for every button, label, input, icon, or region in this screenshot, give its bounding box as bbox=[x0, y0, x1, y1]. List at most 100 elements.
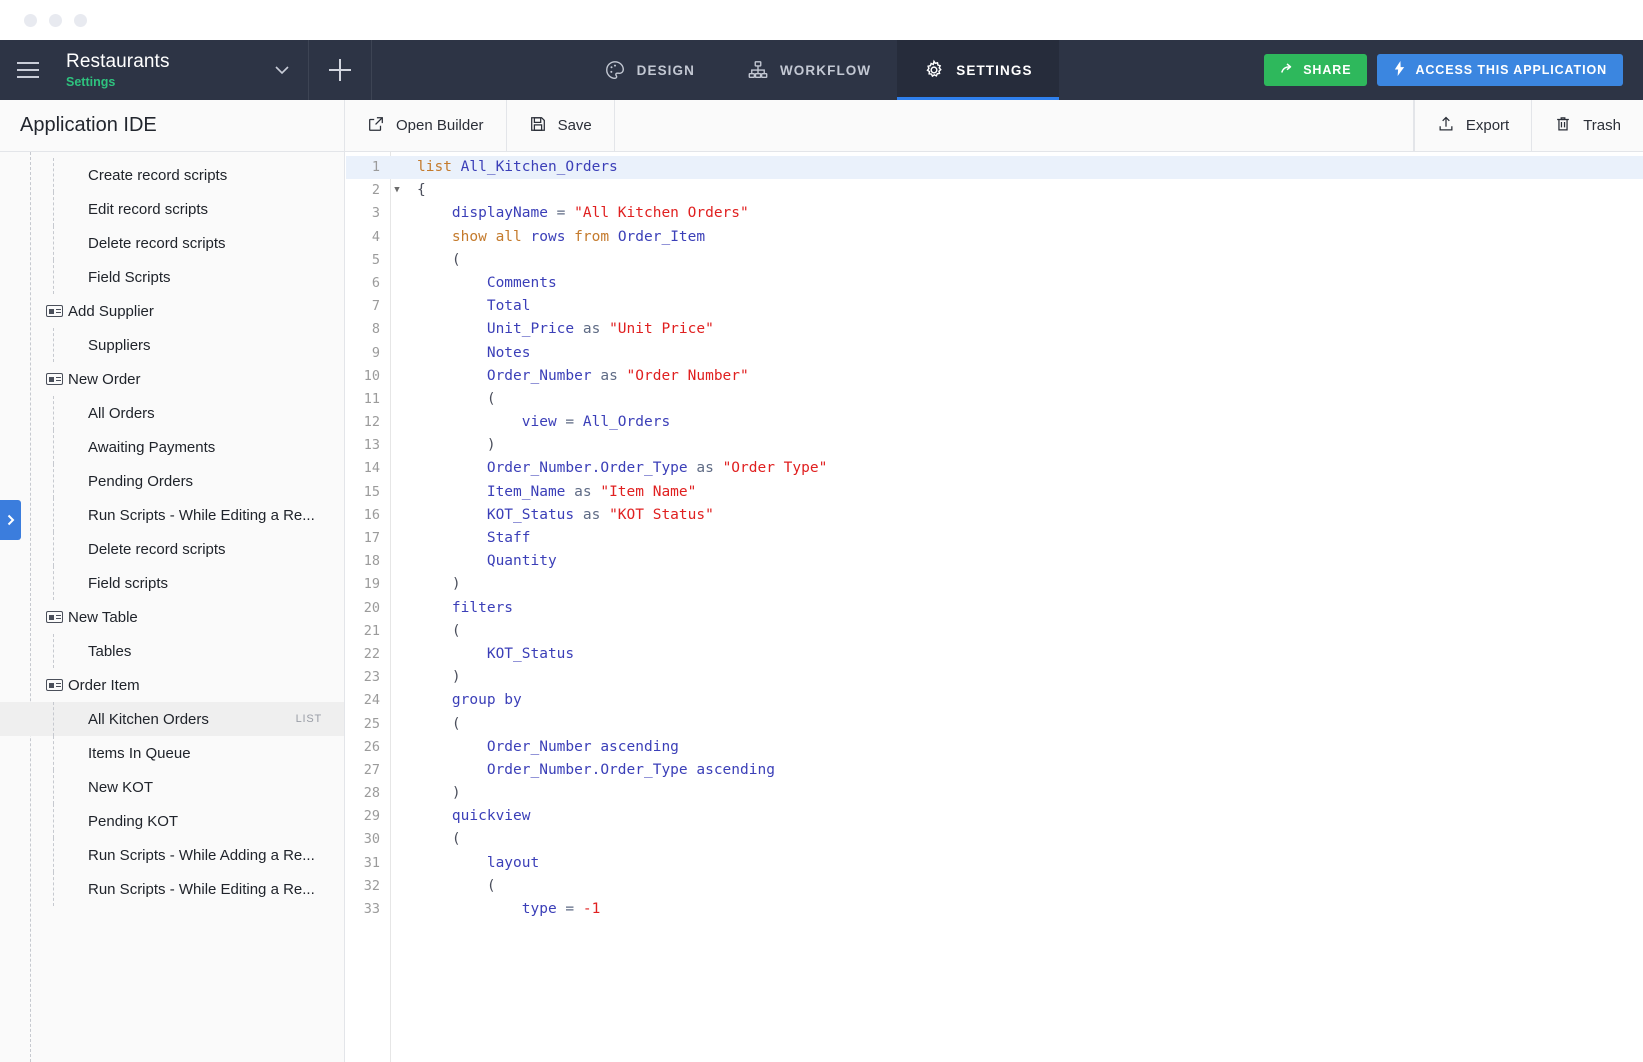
sidebar-item-create-record-scripts[interactable]: Create record scripts bbox=[0, 158, 344, 192]
sidebar-item-tables[interactable]: Tables bbox=[0, 634, 344, 668]
access-button-label: ACCESS THIS APPLICATION bbox=[1415, 63, 1607, 77]
sidebar-item-run-scripts-while-adding-a-re[interactable]: Run Scripts - While Adding a Re... bbox=[0, 838, 344, 872]
code-line[interactable]: 16 KOT_Status as "KOT Status" bbox=[346, 504, 1643, 527]
code-line[interactable]: 18 Quantity bbox=[346, 550, 1643, 573]
sidebar-item-add-supplier[interactable]: Add Supplier bbox=[0, 294, 344, 328]
sidebar-item-edit-record-scripts[interactable]: Edit record scripts bbox=[0, 192, 344, 226]
line-number: 21 bbox=[363, 622, 380, 639]
code-line[interactable]: 25 ( bbox=[346, 713, 1643, 736]
sidebar-item-new-table[interactable]: New Table bbox=[0, 600, 344, 634]
sidebar-item-run-scripts-while-editing-a-re[interactable]: Run Scripts - While Editing a Re... bbox=[0, 498, 344, 532]
window-dot-minimize[interactable] bbox=[49, 13, 62, 27]
code-line[interactable]: 6 Comments bbox=[346, 272, 1643, 295]
share-button[interactable]: SHARE bbox=[1264, 54, 1368, 86]
code-text: quickview bbox=[403, 805, 531, 828]
application-identity: Restaurants Settings bbox=[56, 40, 256, 100]
code-token: Item_Name bbox=[486, 483, 566, 500]
line-number: 9 bbox=[371, 344, 380, 361]
code-line[interactable]: 19 ) bbox=[346, 573, 1643, 596]
code-line[interactable]: 3 displayName = "All Kitchen Orders" bbox=[346, 202, 1643, 225]
chevron-down-icon[interactable] bbox=[256, 40, 308, 100]
tab-settings[interactable]: SETTINGS bbox=[897, 40, 1059, 100]
code-line[interactable]: 33 type = -1 bbox=[346, 898, 1643, 921]
code-line[interactable]: 13 ) bbox=[346, 434, 1643, 457]
code-line[interactable]: 23 ) bbox=[346, 666, 1643, 689]
sidebar-item-items-in-queue[interactable]: Items In Queue bbox=[0, 736, 344, 770]
add-new-button[interactable] bbox=[308, 40, 372, 100]
tab-design[interactable]: DESIGN bbox=[578, 40, 721, 100]
sidebar-item-run-scripts-while-editing-a-re[interactable]: Run Scripts - While Editing a Re... bbox=[0, 872, 344, 906]
line-number: 24 bbox=[363, 692, 380, 709]
sidebar-item-suppliers[interactable]: Suppliers bbox=[0, 328, 344, 362]
code-line[interactable]: 2 ▼ { bbox=[346, 179, 1643, 202]
sidebar-item-delete-record-scripts[interactable]: Delete record scripts bbox=[0, 532, 344, 566]
code-line[interactable]: 26 Order_Number ascending bbox=[346, 736, 1643, 759]
code-line[interactable]: 27 Order_Number.Order_Type ascending bbox=[346, 759, 1643, 782]
code-line[interactable]: 14 Order_Number.Order_Type as "Order Typ… bbox=[346, 457, 1643, 480]
code-line[interactable]: 20 filters bbox=[346, 597, 1643, 620]
window-dot-maximize[interactable] bbox=[74, 13, 87, 27]
plus-icon bbox=[329, 59, 351, 81]
code-line[interactable]: 22 KOT_Status bbox=[346, 643, 1643, 666]
line-number: 5 bbox=[371, 251, 380, 268]
code-line[interactable]: 15 Item_Name as "Item Name" bbox=[346, 481, 1643, 504]
export-button[interactable]: Export bbox=[1413, 100, 1531, 151]
sidebar-item-awaiting-payments[interactable]: Awaiting Payments bbox=[0, 430, 344, 464]
sidebar-item-all-orders[interactable]: All Orders bbox=[0, 396, 344, 430]
save-button[interactable]: Save bbox=[507, 100, 615, 151]
sidebar-item-label: Delete record scripts bbox=[88, 540, 226, 558]
code-line[interactable]: 29 quickview bbox=[346, 805, 1643, 828]
code-line[interactable]: 9 Notes bbox=[346, 342, 1643, 365]
code-line[interactable]: 12 view = All_Orders bbox=[346, 411, 1643, 434]
fold-toggle-icon[interactable]: ▼ bbox=[391, 179, 403, 202]
code-line[interactable]: 1 list All_Kitchen_Orders bbox=[346, 156, 1643, 180]
sidebar-item-new-order[interactable]: New Order bbox=[0, 362, 344, 396]
code-line[interactable]: 28 ) bbox=[346, 782, 1643, 805]
code-line[interactable]: 8 Unit_Price as "Unit Price" bbox=[346, 318, 1643, 341]
code-line[interactable]: 4 show all rows from Order_Item bbox=[346, 226, 1643, 249]
code-line[interactable]: 24 group by bbox=[346, 689, 1643, 712]
sidebar-item-order-item[interactable]: Order Item bbox=[0, 668, 344, 702]
tree-branch-line bbox=[53, 260, 54, 294]
code-text: ( bbox=[403, 875, 496, 898]
sidebar-item-new-kot[interactable]: New KOT bbox=[0, 770, 344, 804]
code-text: { bbox=[403, 179, 426, 202]
code-line[interactable]: 11 ( bbox=[346, 388, 1643, 411]
window-dot-close[interactable] bbox=[24, 13, 37, 27]
code-editor[interactable]: 1 list All_Kitchen_Orders 2 ▼ {3 displayName… bbox=[346, 152, 1643, 1062]
sidebar-item-label: All Orders bbox=[88, 404, 155, 422]
code-line[interactable]: 32 ( bbox=[346, 875, 1643, 898]
top-action-buttons: SHARE ACCESS THIS APPLICATION bbox=[1264, 40, 1643, 100]
sidebar-item-label: Tables bbox=[88, 642, 132, 660]
code-content[interactable]: 1 list All_Kitchen_Orders 2 ▼ {3 displayName… bbox=[346, 152, 1643, 1062]
line-number: 2 bbox=[371, 182, 380, 199]
code-line[interactable]: 17 Staff bbox=[346, 527, 1643, 550]
open-builder-button[interactable]: Open Builder bbox=[345, 100, 507, 151]
code-line[interactable]: 31 layout bbox=[346, 852, 1643, 875]
code-line[interactable]: 30 ( bbox=[346, 828, 1643, 851]
sidebar-item-delete-record-scripts[interactable]: Delete record scripts bbox=[0, 226, 344, 260]
code-line[interactable]: 21 ( bbox=[346, 620, 1643, 643]
code-token: Comments bbox=[486, 274, 557, 291]
sidebar-item-field-scripts[interactable]: Field Scripts bbox=[0, 260, 344, 294]
tab-workflow[interactable]: WORKFLOW bbox=[721, 40, 897, 100]
sidebar-item-pending-orders[interactable]: Pending Orders bbox=[0, 464, 344, 498]
trash-button[interactable]: Trash bbox=[1531, 100, 1643, 151]
code-token: KOT_Status bbox=[486, 506, 575, 523]
code-token: ) bbox=[451, 576, 461, 593]
sidebar-item-all-kitchen-orders[interactable]: All Kitchen Orders LIST bbox=[0, 702, 344, 736]
code-line[interactable]: 10 Order_Number as "Order Number" bbox=[346, 365, 1643, 388]
sidebar-item-pending-kot[interactable]: Pending KOT bbox=[0, 804, 344, 838]
sidebar-item-field-scripts[interactable]: Field scripts bbox=[0, 566, 344, 600]
hamburger-icon[interactable] bbox=[0, 40, 56, 100]
top-navigation-bar: Restaurants Settings DESIGN WORKFLOW SET… bbox=[0, 40, 1643, 100]
code-token: list bbox=[417, 159, 452, 175]
code-token: ( bbox=[486, 877, 496, 894]
code-line[interactable]: 7 Total bbox=[346, 295, 1643, 318]
sidebar-expand-handle[interactable] bbox=[0, 500, 21, 540]
access-application-button[interactable]: ACCESS THIS APPLICATION bbox=[1377, 54, 1623, 86]
code-line[interactable]: 5 ( bbox=[346, 249, 1643, 272]
navigation-sidebar[interactable]: Create record scripts Edit record scripts… bbox=[0, 152, 345, 1062]
